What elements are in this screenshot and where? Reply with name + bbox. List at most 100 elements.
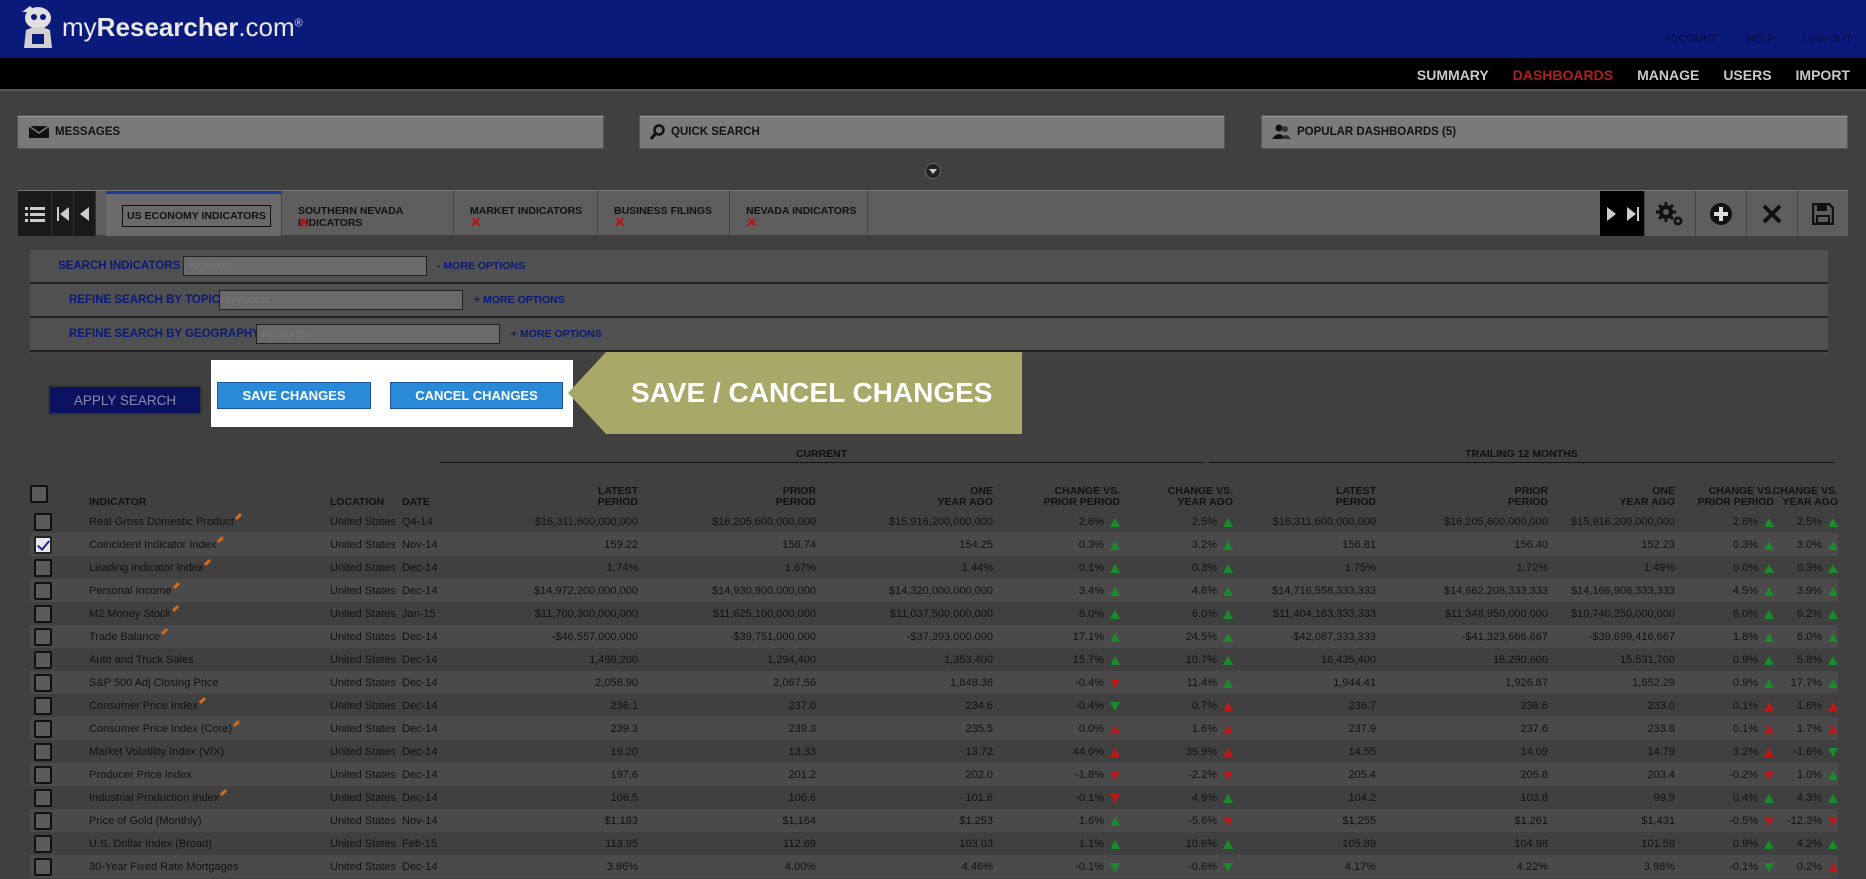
indicator-name[interactable]: Industrial Production Index xyxy=(89,788,228,804)
value-cell: $16,205,600,000,000 xyxy=(1444,516,1548,528)
close-tab-icon[interactable]: ✕ xyxy=(746,215,758,229)
next-tab-icon[interactable] xyxy=(1600,191,1622,236)
row-checkbox[interactable] xyxy=(34,605,52,623)
indicator-name[interactable]: Coincident Indicator Index xyxy=(89,535,225,551)
save-changes-button[interactable]: SAVE CHANGES xyxy=(217,382,371,409)
row-checkbox[interactable] xyxy=(34,835,52,853)
row-checkbox[interactable] xyxy=(34,651,52,669)
edit-pencil-icon[interactable] xyxy=(204,558,212,567)
quick-search-panel[interactable]: QUICK SEARCH xyxy=(639,115,1225,149)
close-tab-icon[interactable]: ✕ xyxy=(298,215,310,229)
tab-label: BUSINESS FILINGS xyxy=(614,205,713,217)
trend-down-icon xyxy=(1110,862,1120,872)
row-checkbox[interactable] xyxy=(34,812,52,830)
edit-pencil-icon[interactable] xyxy=(171,604,179,613)
more-options-link[interactable]: - MORE OPTIONS xyxy=(437,260,525,272)
indicator-name[interactable]: Leading Indicator Index xyxy=(89,558,212,574)
nav-dashboards[interactable]: DASHBOARDS xyxy=(1513,67,1613,83)
edit-pencil-icon[interactable] xyxy=(172,581,180,590)
logout-link[interactable]: LOG OUT xyxy=(1802,33,1852,45)
select-all-checkbox[interactable] xyxy=(30,485,48,503)
row-checkbox[interactable] xyxy=(34,789,52,807)
last-tab-icon[interactable] xyxy=(1622,191,1644,236)
nav-summary[interactable]: SUMMARY xyxy=(1417,67,1489,83)
tab-market-indicators[interactable]: MARKET INDICATORS ✕ xyxy=(454,191,598,236)
row-checkbox[interactable] xyxy=(34,720,52,738)
indicator-name[interactable]: U.S. Dollar Index (Broad) xyxy=(89,838,212,850)
cell-value: $16,311,600,000,000 xyxy=(1272,516,1376,528)
help-link[interactable]: HELP xyxy=(1746,33,1775,45)
close-tab-icon[interactable]: ✕ xyxy=(470,215,482,229)
tab-nevada-indicators[interactable]: NEVADA INDICATORS ✕ xyxy=(730,191,868,236)
row-checkbox[interactable] xyxy=(34,674,52,692)
trend-up-icon xyxy=(1828,540,1838,550)
value-cell: 112.69 xyxy=(783,838,816,850)
row-checkbox[interactable] xyxy=(34,628,52,646)
expand-chevron-icon[interactable] xyxy=(925,163,941,179)
add-dashboard-icon[interactable] xyxy=(1695,191,1746,236)
value-cell: 236.1 xyxy=(610,700,638,712)
edit-pencil-icon[interactable] xyxy=(161,627,169,636)
geography-input[interactable] xyxy=(256,324,500,344)
trend-up-icon xyxy=(1223,839,1233,849)
close-icon[interactable] xyxy=(1746,191,1797,236)
nav-import[interactable]: IMPORT xyxy=(1796,67,1850,83)
save-icon[interactable] xyxy=(1797,191,1848,236)
list-menu-icon[interactable] xyxy=(18,191,52,236)
indicator-name[interactable]: M2 Money Stock xyxy=(89,604,179,620)
change-cell: 0.9% xyxy=(1733,677,1774,689)
indicator-name-text: Consumer Price Index xyxy=(89,700,198,712)
logo[interactable]: myResearcher.com® xyxy=(18,4,303,50)
topic-more-options-link[interactable]: + MORE OPTIONS xyxy=(474,294,565,306)
row-checkbox[interactable] xyxy=(34,559,52,577)
messages-panel[interactable]: MESSAGES xyxy=(17,115,604,149)
tab-us-economy-indicators[interactable]: US ECONOMY INDICATORS xyxy=(106,191,282,236)
cell-value: 1.7% xyxy=(1796,723,1822,735)
apply-search-button[interactable]: APPLY SEARCH xyxy=(48,385,202,415)
edit-pencil-icon[interactable] xyxy=(198,696,206,705)
settings-gear-icon[interactable] xyxy=(1644,191,1695,236)
indicator-name[interactable]: Consumer Price Index xyxy=(89,696,206,712)
topic-input[interactable] xyxy=(219,290,463,310)
row-checkbox[interactable] xyxy=(34,743,52,761)
nav-users[interactable]: USERS xyxy=(1723,67,1771,83)
indicator-name[interactable]: Real Gross Domestic Product xyxy=(89,512,242,528)
cell-value: $1,255 xyxy=(1342,815,1376,827)
indicator-name[interactable]: Auto and Truck Sales xyxy=(89,654,194,666)
row-checkbox[interactable] xyxy=(34,766,52,784)
close-tab-icon[interactable]: ✕ xyxy=(614,215,626,229)
row-checkbox[interactable] xyxy=(34,513,52,531)
cell-value: 205.8 xyxy=(1520,769,1548,781)
row-checkbox[interactable] xyxy=(34,536,52,554)
cell-value: 0.0% xyxy=(1732,562,1758,574)
indicator-name[interactable]: Price of Gold (Monthly) xyxy=(89,815,201,827)
indicator-name[interactable]: S&P 500 Adj Closing Price xyxy=(89,677,218,689)
value-cell: 235.5 xyxy=(965,723,993,735)
first-tab-icon[interactable] xyxy=(52,191,74,236)
indicator-name[interactable]: Producer Price Index xyxy=(89,769,192,781)
value-cell: -$46,557,000,000 xyxy=(552,631,638,643)
indicator-name[interactable]: Consumer Price Index (Core) xyxy=(89,719,241,735)
edit-pencil-icon[interactable] xyxy=(234,512,242,521)
edit-pencil-icon[interactable] xyxy=(217,535,225,544)
row-checkbox[interactable] xyxy=(34,858,52,876)
tab-business-filings[interactable]: BUSINESS FILINGS ✕ xyxy=(598,191,730,236)
row-checkbox[interactable] xyxy=(34,697,52,715)
nav-manage[interactable]: MANAGE xyxy=(1637,67,1699,83)
popular-dashboards-panel[interactable]: POPULAR DASHBOARDS (5) xyxy=(1261,115,1848,149)
prev-tab-icon[interactable] xyxy=(74,191,96,236)
cell-value: $11,700,300,000,000 xyxy=(534,608,638,620)
trend-up-icon xyxy=(1764,632,1774,642)
indicator-name[interactable]: Market Volatility Index (VIX) xyxy=(89,746,224,758)
indicator-name[interactable]: Trade Balance xyxy=(89,627,169,643)
cancel-changes-button[interactable]: CANCEL CHANGES xyxy=(390,382,563,409)
tab-southern-nevada-indicators[interactable]: SOUTHERN NEVADA INDICATORS ✕ xyxy=(282,191,454,236)
edit-pencil-icon[interactable] xyxy=(233,719,241,728)
row-checkbox[interactable] xyxy=(34,582,52,600)
indicator-name[interactable]: Personal Income xyxy=(89,581,180,597)
search-indicators-input[interactable] xyxy=(183,256,427,276)
account-link[interactable]: ACCOUNT xyxy=(1663,33,1717,45)
edit-pencil-icon[interactable] xyxy=(220,788,228,797)
geography-more-options-link[interactable]: + MORE OPTIONS xyxy=(511,328,602,340)
indicator-name[interactable]: 30-Year Fixed Rate Mortgages xyxy=(89,861,238,873)
